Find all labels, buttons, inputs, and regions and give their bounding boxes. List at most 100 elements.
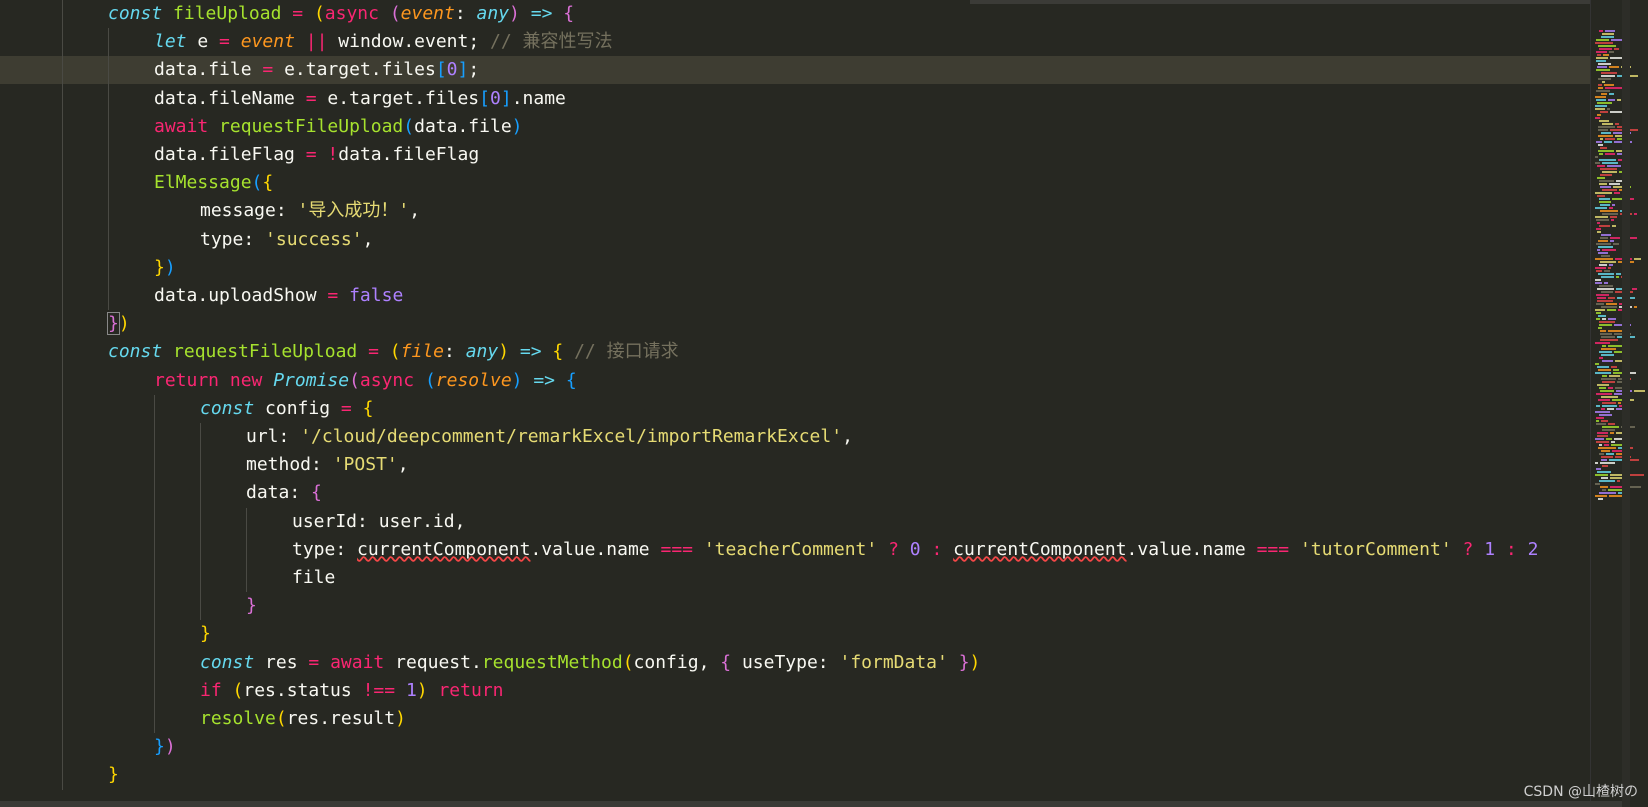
minimap-line (1599, 387, 1606, 389)
minimap-line (1613, 243, 1619, 245)
indent-guide (200, 423, 201, 621)
code-token: .target.files (294, 59, 436, 81)
vertical-scrollbar[interactable] (1622, 0, 1630, 807)
code-line[interactable]: method: 'POST', (0, 451, 1622, 479)
code-token: async (324, 3, 390, 24)
minimap-line (1605, 138, 1615, 140)
code-line[interactable]: await requestFileUpload(data.file) (0, 113, 1622, 141)
code-line[interactable]: data: { (0, 479, 1622, 507)
minimap-line (1602, 381, 1615, 383)
code-token: ( (403, 115, 415, 137)
code-line[interactable]: resolve(res.result) (0, 705, 1622, 733)
code-token: = (292, 3, 314, 24)
code-line[interactable]: message: '导入成功！', (0, 197, 1622, 225)
minimap-line (1602, 345, 1606, 347)
minimap-line (1605, 30, 1615, 32)
code-line[interactable]: }) (0, 733, 1622, 761)
minimap-line (1601, 408, 1605, 410)
code-line[interactable]: data.fileName = e.target.files[0].name (0, 85, 1622, 113)
code-token: const (200, 397, 266, 419)
code-line[interactable]: data.file = e.target.files[0]; (0, 56, 1622, 85)
code-line[interactable]: const fileUpload = (async (event: any) =… (0, 0, 1622, 28)
code-token: = (305, 144, 328, 165)
minimap-line (1600, 390, 1614, 392)
code-line[interactable]: ElMessage({ (0, 169, 1622, 197)
minimap-line (1616, 276, 1619, 278)
minimap-line (1611, 39, 1622, 41)
code-line[interactable]: userId: user.id, (0, 508, 1622, 536)
code-token: = (308, 651, 331, 673)
horizontal-scrollbar[interactable] (0, 801, 1622, 807)
code-token: ( (622, 651, 634, 673)
code-token: .target.files (338, 87, 480, 109)
code-line[interactable]: data.fileFlag = !data.fileFlag (0, 141, 1622, 169)
code-line[interactable]: url: '/cloud/deepcomment/remarkExcel/imp… (0, 423, 1622, 451)
minimap-line (1597, 300, 1613, 302)
code-line[interactable]: let e = event || window.event; // 兼容性写法 (0, 28, 1622, 56)
code-token: 'teacherComment' (703, 538, 889, 560)
code-token: 0 (909, 538, 932, 560)
code-editor[interactable]: const fileUpload = (async (event: any) =… (0, 0, 1622, 807)
code-line[interactable]: } (0, 592, 1622, 620)
code-token: data (154, 285, 198, 306)
code-line[interactable]: const res = await request.requestMethod(… (0, 649, 1622, 677)
code-token: ) (511, 369, 534, 391)
code-token: , (397, 454, 409, 476)
minimap-line (1615, 123, 1619, 125)
minimap-line (1596, 141, 1602, 143)
minimap-line (1599, 285, 1613, 287)
minimap-line (1598, 63, 1611, 65)
minimap-line (1602, 375, 1607, 377)
minimap-line (1600, 174, 1612, 176)
minimap-line (1595, 474, 1608, 476)
minimap-line (1598, 84, 1602, 86)
code-line[interactable]: const config = { (0, 395, 1622, 423)
minimap-line (1601, 459, 1607, 461)
code-token: any (476, 3, 510, 24)
minimap-line (1602, 249, 1616, 251)
minimap-line (1600, 147, 1607, 149)
code-line[interactable]: }) (0, 310, 1622, 338)
code-line[interactable]: } (0, 620, 1622, 648)
code-line[interactable]: if (res.status !== 1) return (0, 677, 1622, 705)
minimap-line (1597, 384, 1609, 386)
minimap-line (1602, 429, 1615, 431)
minimap-line (1601, 456, 1613, 458)
minimap-line (1599, 444, 1602, 446)
code-token: .value.name (530, 538, 661, 560)
minimap-line (1601, 255, 1610, 257)
minimap-line (1596, 99, 1606, 101)
minimap-line (1595, 282, 1602, 284)
code-token: 1 (405, 679, 417, 701)
code-line[interactable]: const requestFileUpload = (file: any) =>… (0, 338, 1622, 366)
code-line[interactable]: data.uploadShow = false (0, 282, 1622, 310)
code-token: ( (389, 3, 401, 24)
code-line[interactable]: file (0, 564, 1622, 592)
minimap-line (1595, 363, 1599, 365)
watermark-text: CSDN @山楂树の (1523, 784, 1638, 800)
code-token: window (338, 31, 404, 53)
code-token: { (720, 651, 742, 673)
minimap[interactable] (1590, 0, 1648, 807)
code-token: !== (362, 679, 406, 701)
code-line[interactable]: return new Promise(async (resolve) => { (0, 367, 1622, 395)
code-line[interactable]: } (0, 761, 1622, 789)
minimap-line (1614, 192, 1620, 194)
find-widget-edge (970, 0, 1600, 4)
minimap-line (1612, 225, 1616, 227)
code-line[interactable]: type: currentComponent.value.name === 't… (0, 536, 1622, 564)
code-token: ] (500, 87, 512, 109)
code-line[interactable]: }) (0, 254, 1622, 282)
minimap-line (1608, 423, 1615, 425)
code-token: } (154, 256, 165, 278)
code-line[interactable]: type: 'success', (0, 226, 1622, 254)
minimap-line (1599, 201, 1611, 203)
minimap-line (1600, 210, 1618, 212)
code-token: event (414, 31, 469, 53)
minimap-line (1611, 219, 1614, 221)
code-token: user (378, 510, 423, 532)
minimap-line (1601, 132, 1611, 134)
code-token: === (1256, 538, 1300, 560)
code-token: ( (251, 172, 263, 194)
minimap-line (1617, 480, 1620, 482)
